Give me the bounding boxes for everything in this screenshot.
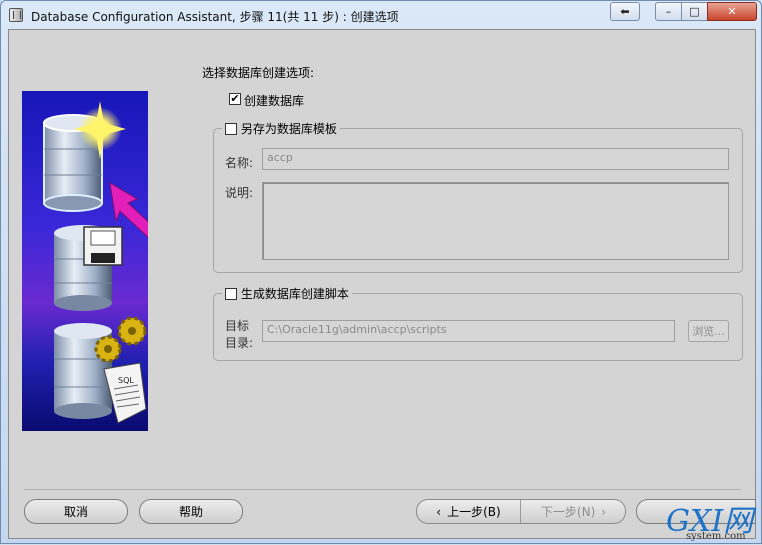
template-name-field[interactable]: accp — [262, 148, 729, 170]
destination-label-line2: 目录: — [225, 336, 254, 350]
save-template-title: 另存为数据库模板 — [222, 120, 340, 137]
watermark-logo: GXI网 system.com — [664, 496, 762, 545]
window-menu-button[interactable]: ⬅ — [610, 2, 640, 21]
svg-text:SQL: SQL — [118, 376, 134, 385]
next-button-label: 下一步(N) — [540, 505, 596, 519]
back-button-label: 上一步(B) — [447, 505, 501, 519]
browse-button[interactable]: 浏览... — [688, 320, 729, 342]
next-button[interactable]: 下一步(N) › — [522, 500, 625, 523]
window-title: Database Configuration Assistant, 步骤 11(… — [31, 10, 399, 24]
dbca-window: Database Configuration Assistant, 步骤 11(… — [0, 0, 762, 544]
close-icon: ✕ — [727, 5, 737, 18]
destination-directory-field[interactable]: C:\Oracle11g\admin\accp\scripts — [262, 320, 675, 342]
checkmark-icon: ✔ — [230, 92, 240, 105]
app-icon — [9, 8, 23, 22]
generate-scripts-checkbox[interactable] — [225, 288, 237, 300]
destination-label-line1: 目标 — [225, 319, 250, 333]
chevron-left-icon: ‹ — [436, 504, 442, 519]
help-button[interactable]: 帮助 — [139, 499, 243, 524]
create-database-checkbox[interactable]: ✔ — [229, 93, 241, 105]
database-sql-gears-icon: SQL — [54, 316, 147, 424]
template-description-field[interactable] — [262, 182, 729, 260]
dialog-client-area: SQL 选择数据库创建选项: ✔ 创建数据库 另存为数据库模板 名称: accp… — [8, 29, 756, 539]
minimize-button[interactable]: – — [655, 2, 682, 21]
database-floppy-icon — [54, 225, 123, 311]
create-database-label[interactable]: 创建数据库 — [244, 92, 304, 109]
creation-options-prompt: 选择数据库创建选项: — [202, 66, 315, 80]
close-button[interactable]: ✕ — [707, 2, 757, 21]
generate-scripts-label[interactable]: 生成数据库创建脚本 — [241, 287, 349, 301]
template-description-label: 说明: — [225, 186, 254, 200]
title-bar: Database Configuration Assistant, 步骤 11(… — [1, 1, 761, 29]
restore-icon: ⬅ — [620, 5, 630, 18]
back-button[interactable]: ‹ 上一步(B) — [417, 500, 521, 523]
save-template-checkbox[interactable] — [225, 123, 237, 135]
template-name-label: 名称: — [225, 156, 254, 170]
watermark-subtext: system.com — [686, 531, 746, 542]
chevron-right-icon: › — [601, 504, 607, 519]
maximize-icon: □ — [689, 5, 700, 18]
minimize-icon: – — [665, 5, 672, 18]
maximize-button[interactable]: □ — [681, 2, 708, 21]
wizard-illustration: SQL — [22, 91, 148, 431]
save-template-label[interactable]: 另存为数据库模板 — [241, 122, 337, 136]
cancel-button[interactable]: 取消 — [24, 499, 128, 524]
generate-scripts-title: 生成数据库创建脚本 — [222, 285, 352, 302]
illustration-graphic: SQL — [43, 101, 148, 424]
footer-divider — [24, 489, 741, 490]
navigation-button-group: ‹ 上一步(B) 下一步(N) › — [416, 499, 626, 524]
